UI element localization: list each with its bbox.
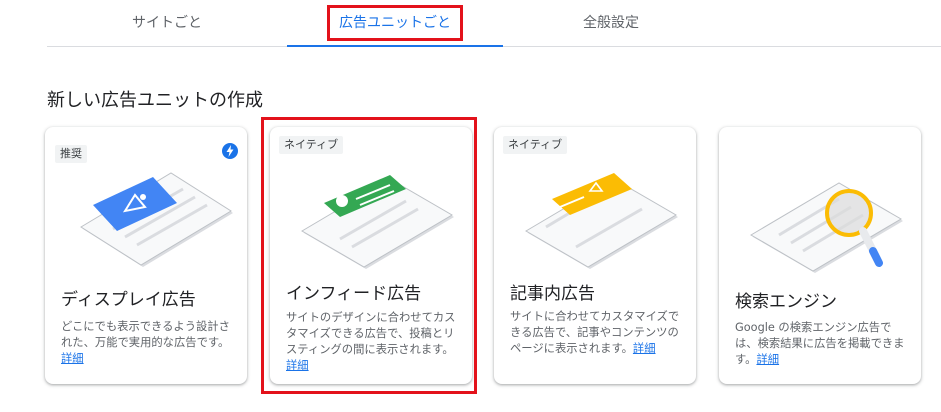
lightning-bolt-icon [222,143,238,159]
details-link[interactable]: 詳細 [756,353,779,366]
card-description: サイトのデザインに合わせてカスタマイズできる広告で、投稿とリスティングの間に表示… [286,311,456,372]
active-tab-indicator [287,45,503,47]
recommended-badge: 推奨 [55,145,87,163]
display-ad-illustration [80,172,233,267]
tab-label: 全般設定 [583,15,639,31]
card-title: 記事内広告 [510,284,595,304]
tab-label: 広告ユニットごと [327,5,463,41]
search-ad-card[interactable]: 検索エンジン Google の検索エンジン広告では、検索結果に広告を掲載できます… [719,127,921,384]
card-title: ディスプレイ広告 [61,290,196,310]
infeed-ad-illustration [301,175,454,269]
tab-bar: サイトごと 広告ユニットごと 全般設定 [47,0,941,47]
inarticle-ad-card[interactable]: ネイティブ 記事内広告 サイトに合わせてカスタマイズできる広告で、記事やコンテン… [494,127,696,384]
tab-general-settings[interactable]: 全般設定 [503,0,719,46]
details-link[interactable]: 詳細 [633,342,656,355]
details-link[interactable]: 詳細 [286,359,309,372]
display-ad-card[interactable]: 推奨 ディスプレイ広告 どこにでも表示できるよう設計された、万能で実用的な広告で… [45,127,247,384]
search-ad-illustration [750,182,903,273]
section-title: 新しい広告ユニットの作成 [47,90,263,111]
inarticle-ad-illustration [525,173,678,269]
native-badge: ネイティブ [279,136,344,154]
native-badge: ネイティブ [503,136,568,154]
card-title: 検索エンジン [735,292,837,312]
card-description: どこにでも表示できるよう設計された、万能で実用的な広告です。詳細 [61,320,230,365]
card-description: サイトに合わせてカスタマイズできる広告で、記事やコンテンツのページに表示されます… [510,310,680,355]
infeed-ad-card[interactable]: ネイティブ インフィード広告 サイトのデザインに合わせてカスタマイズできる広告で… [270,127,472,384]
tab-label: サイトごと [132,15,202,31]
card-description: Google の検索エンジン広告では、検索結果に広告を掲載できます。詳細 [735,321,905,366]
tab-by-site[interactable]: サイトごと [47,0,287,46]
card-title: インフィード広告 [286,284,422,304]
tab-by-ad-unit[interactable]: 広告ユニットごと [287,0,503,46]
details-link[interactable]: 詳細 [61,352,84,365]
